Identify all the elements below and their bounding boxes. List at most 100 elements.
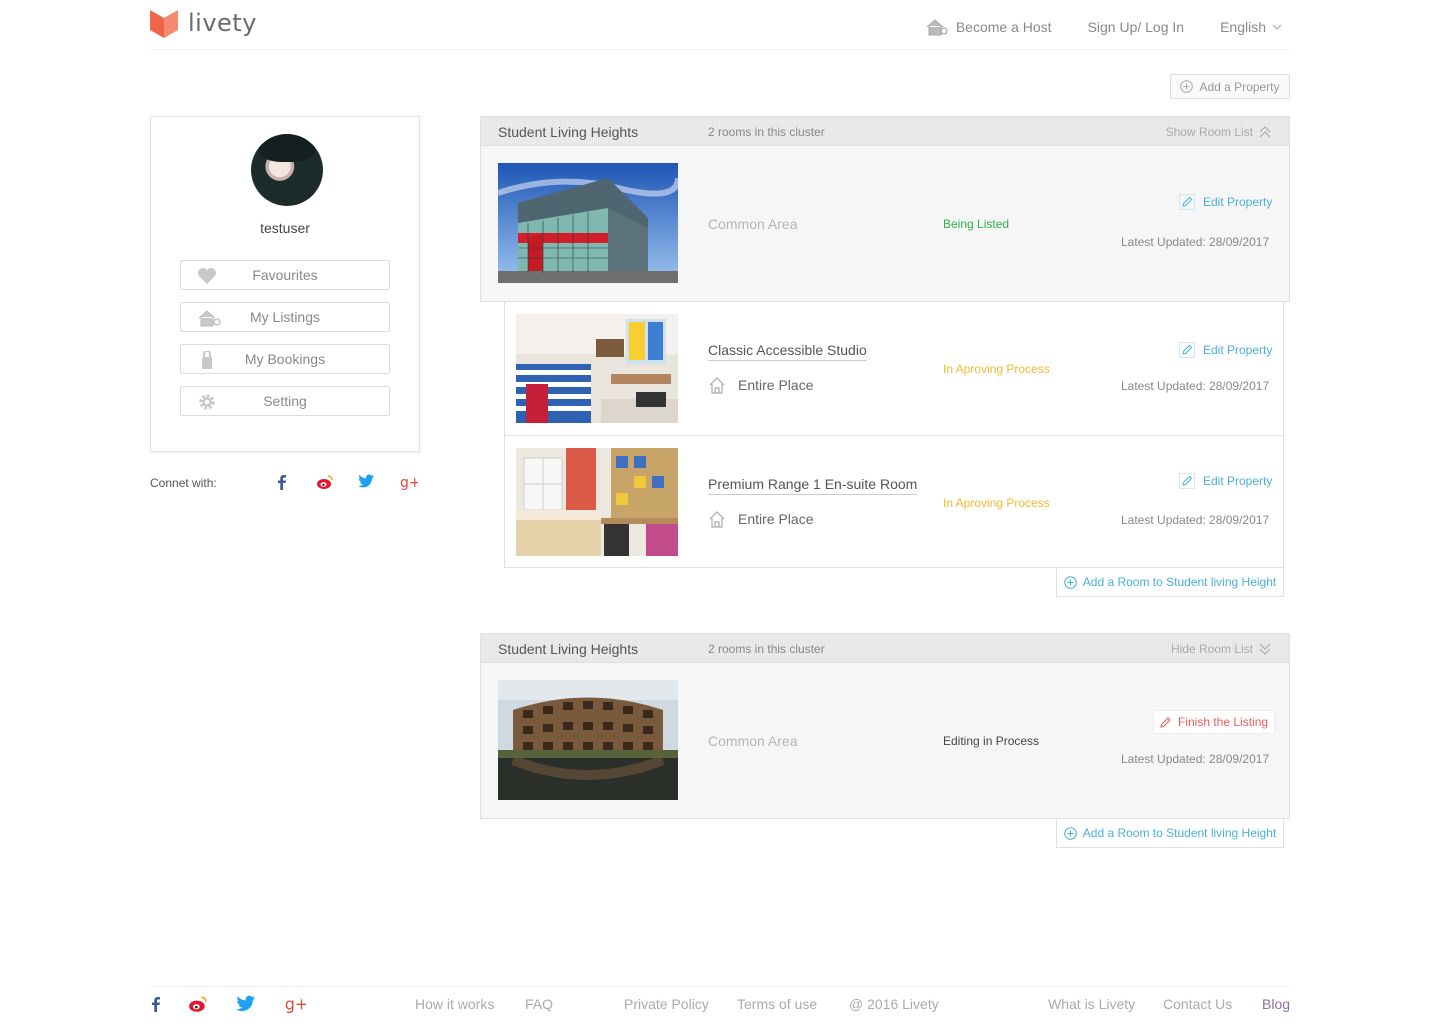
username: testuser [260, 220, 310, 236]
edit-property-label: Edit Property [1203, 195, 1273, 209]
room-title[interactable]: Premium Range 1 En-suite Room [708, 476, 918, 495]
favourites-button[interactable]: Favourites [180, 260, 390, 290]
edit-property-label: Edit Property [1203, 474, 1273, 488]
house-icon [198, 310, 221, 327]
become-host-link[interactable]: Become a Host [926, 18, 1052, 36]
language-select[interactable]: English [1220, 19, 1290, 35]
home-outline-icon [709, 511, 725, 528]
room-type-label: Entire Place [738, 511, 814, 527]
top-nav: Become a Host Sign Up/ Log In English [890, 18, 1290, 36]
contact-us-link[interactable]: Contact Us [1163, 996, 1232, 1012]
building-photo[interactable] [498, 163, 678, 283]
pencil-icon [1179, 473, 1195, 489]
cluster-title: Student Living Heights [498, 641, 639, 657]
building-photo[interactable] [498, 680, 678, 800]
add-property-button[interactable]: Add a Property [1170, 74, 1290, 99]
weibo-icon[interactable] [188, 995, 208, 1013]
plus-circle-icon [1063, 575, 1077, 589]
profile-card: testuser Favourites My Listings My Booki… [150, 116, 420, 452]
finish-listing-label: Finish the Listing [1178, 715, 1269, 729]
chevron-double-up-icon [1259, 126, 1271, 138]
status-badge: Being Listed [943, 217, 1010, 231]
add-room-label: Add a Room to Student living Height [1082, 826, 1277, 840]
hide-room-list-toggle[interactable]: Hide Room List [1171, 642, 1271, 656]
edit-property-button[interactable]: Edit Property [1179, 342, 1272, 358]
facebook-icon[interactable] [150, 995, 162, 1013]
cluster-room-count: 2 rooms in this cluster [708, 125, 825, 139]
toggle-label: Hide Room List [1170, 642, 1253, 656]
home-outline-icon [709, 377, 725, 394]
google-plus-icon[interactable]: g+ [400, 474, 418, 490]
add-room-button[interactable]: Add a Room to Student living Height [1056, 819, 1284, 848]
my-bookings-label: My Bookings [244, 351, 326, 367]
connect-label: Connet with: [150, 476, 217, 490]
add-room-button[interactable]: Add a Room to Student living Height [1056, 568, 1284, 597]
add-room-label: Add a Room to Student living Height [1082, 575, 1277, 589]
latest-updated: Latest Updated: 28/09/2017 [1121, 513, 1270, 527]
plus-circle-icon [1180, 80, 1194, 93]
room-photo[interactable] [516, 314, 678, 423]
common-area-label: Common Area [708, 733, 798, 749]
top-header: livety Become a Host Sign Up/ Log In Eng… [150, 0, 1290, 50]
plus-circle-icon [1063, 826, 1077, 840]
cluster-header: Student Living Heights 2 rooms in this c… [480, 116, 1290, 146]
room-photo[interactable] [516, 448, 678, 556]
edit-property-button[interactable]: Edit Property [1179, 473, 1272, 489]
chevron-double-down-icon [1259, 643, 1271, 655]
room-type: Entire Place [708, 376, 813, 394]
avatar[interactable] [251, 134, 323, 206]
logo-text: livety [188, 9, 257, 37]
faq-link[interactable]: FAQ [525, 996, 553, 1012]
sign-up-label: Sign Up/ Log In [1087, 19, 1185, 35]
twitter-icon[interactable] [358, 474, 374, 488]
heart-icon [198, 268, 216, 284]
google-plus-icon[interactable]: g+ [284, 995, 306, 1013]
room-type-label: Entire Place [738, 377, 814, 393]
livety-logo[interactable]: livety [150, 8, 257, 38]
cluster-title: Student Living Heights [498, 124, 639, 140]
connect-with: Connet with: g+ [150, 474, 420, 490]
sign-up-link[interactable]: Sign Up/ Log In [1088, 19, 1185, 35]
host-house-icon [926, 19, 948, 36]
svg-text:g+: g+ [400, 475, 418, 490]
how-it-works-link[interactable]: How it works [415, 996, 494, 1012]
language-label: English [1220, 19, 1266, 35]
svg-text:g+: g+ [285, 995, 306, 1013]
latest-updated: Latest Updated: 28/09/2017 [1121, 752, 1270, 766]
toggle-label: Show Room List [1165, 125, 1253, 139]
common-area-row: Common Area Editing in Process Finish th… [480, 663, 1290, 819]
become-host-label: Become a Host [955, 19, 1052, 35]
terms-of-use-link[interactable]: Terms of use [737, 996, 817, 1012]
my-listings-label: My Listings [249, 309, 321, 325]
common-area-row: Common Area Being Listed Edit Property L… [480, 146, 1290, 302]
lock-icon [202, 351, 212, 369]
logo-mark-icon [150, 10, 178, 38]
my-listings-button[interactable]: My Listings [180, 302, 390, 332]
setting-button[interactable]: Setting [180, 386, 390, 416]
chevron-down-icon [1272, 24, 1282, 30]
cluster-header: Student Living Heights 2 rooms in this c… [480, 633, 1290, 663]
room-row: Premium Range 1 En-suite Room Entire Pla… [504, 436, 1284, 568]
finish-listing-button[interactable]: Finish the Listing [1153, 710, 1276, 734]
weibo-icon[interactable] [316, 474, 334, 490]
room-row: Classic Accessible Studio Entire Place I… [504, 302, 1284, 436]
status-badge: In Aproving Process [943, 362, 1050, 376]
latest-updated: Latest Updated: 28/09/2017 [1121, 379, 1270, 393]
what-is-livety-link[interactable]: What is Livety [1048, 996, 1135, 1012]
twitter-icon[interactable] [236, 995, 255, 1012]
pencil-icon [1179, 342, 1195, 358]
blog-link[interactable]: Blog [1262, 996, 1290, 1012]
status-badge: In Aproving Process [943, 496, 1050, 510]
pencil-icon [1179, 194, 1195, 210]
my-bookings-button[interactable]: My Bookings [180, 344, 390, 374]
private-policy-link[interactable]: Private Policy [624, 996, 709, 1012]
copyright-text: @ 2016 Livety [849, 996, 939, 1012]
edit-property-button[interactable]: Edit Property [1179, 194, 1272, 210]
pencil-icon [1160, 717, 1171, 728]
facebook-icon[interactable] [276, 474, 288, 490]
status-badge: Editing in Process [943, 734, 1040, 748]
room-title[interactable]: Classic Accessible Studio [708, 342, 867, 361]
cluster-room-count: 2 rooms in this cluster [708, 642, 825, 656]
show-room-list-toggle[interactable]: Show Room List [1166, 125, 1271, 139]
latest-updated: Latest Updated: 28/09/2017 [1121, 235, 1270, 249]
